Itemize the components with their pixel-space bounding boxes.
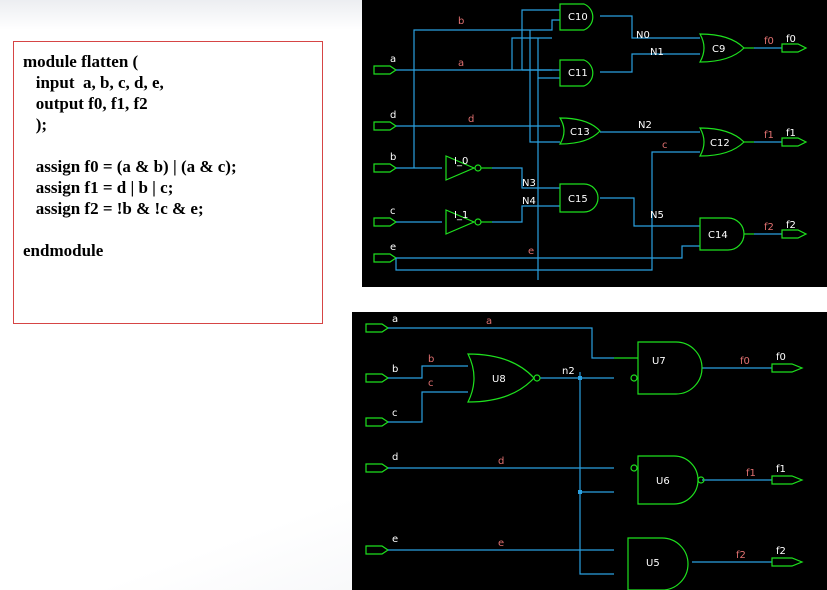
port-label: a bbox=[390, 54, 396, 65]
verilog-code-box: module flatten ( input a, b, c, d, e, ou… bbox=[13, 41, 323, 324]
port-label: c bbox=[390, 206, 396, 217]
wire-label: c bbox=[428, 378, 434, 389]
port-label: e bbox=[390, 242, 396, 253]
wire-label: e bbox=[498, 538, 504, 549]
and-gate-U5[interactable]: U5 bbox=[627, 537, 689, 590]
wire-label: N0 bbox=[636, 30, 650, 41]
code-line: ); bbox=[23, 115, 48, 134]
gate-label: U8 bbox=[492, 374, 506, 385]
wire-label: b bbox=[428, 354, 434, 365]
and-gate-C14[interactable]: C14 bbox=[699, 217, 754, 251]
wire-label: b bbox=[458, 16, 464, 27]
code-line: output f0, f1, f2 bbox=[23, 94, 148, 113]
and-gate-C15[interactable]: C15 bbox=[559, 183, 599, 213]
port-label: c bbox=[392, 408, 398, 419]
wire-label: f1 bbox=[746, 468, 756, 479]
or-gate-C12[interactable]: C12 bbox=[698, 127, 754, 157]
code-line: module flatten ( bbox=[23, 52, 139, 71]
wire-label: N2 bbox=[638, 120, 652, 131]
output-port-f0[interactable]: f0 bbox=[771, 352, 804, 373]
gate-label: U6 bbox=[656, 476, 670, 487]
wire-label: n2 bbox=[562, 366, 575, 377]
bottom-schematic-panel: a b c d e a b c n2 d e f0 f1 f2 U8 U7 U6… bbox=[352, 312, 827, 590]
and-gate-C10[interactable]: C10 bbox=[559, 3, 594, 31]
top-schematic-svg: a d b c e b a d N3 N4 e N0 N1 N2 c N5 f0… bbox=[373, 3, 808, 280]
wire-label: N4 bbox=[522, 196, 536, 207]
wire-label: f0 bbox=[764, 36, 774, 47]
gate-label: C12 bbox=[710, 138, 730, 149]
wire-label: d bbox=[468, 114, 474, 125]
and-gate-U6[interactable]: U6 bbox=[630, 455, 705, 505]
gate-label: I_0 bbox=[454, 156, 468, 167]
wire-label: d bbox=[498, 456, 504, 467]
gate-label: C14 bbox=[708, 230, 728, 241]
gate-label: I_1 bbox=[454, 210, 468, 221]
or-gate-C13[interactable]: C13 bbox=[558, 117, 601, 145]
code-line: assign f2 = !b & !c & e; bbox=[23, 199, 204, 218]
wire-label: a bbox=[486, 316, 492, 327]
output-port-f0[interactable]: f0 bbox=[781, 34, 808, 53]
input-port-a[interactable]: a bbox=[365, 314, 398, 333]
top-schematic-panel: a d b c e b a d N3 N4 e N0 N1 N2 c N5 f0… bbox=[362, 0, 827, 287]
port-label: d bbox=[392, 452, 398, 463]
port-label: d bbox=[390, 110, 396, 121]
nor-gate-U8[interactable]: U8 bbox=[467, 353, 541, 403]
wire-label: N1 bbox=[650, 47, 664, 58]
port-label: e bbox=[392, 534, 398, 545]
input-port-b[interactable]: b bbox=[365, 364, 398, 383]
gate-label: C11 bbox=[568, 68, 588, 79]
input-port-c[interactable]: c bbox=[373, 206, 398, 227]
wire-label: a bbox=[458, 58, 464, 69]
gate-label: C10 bbox=[568, 12, 588, 23]
or-gate-C9[interactable]: C9 bbox=[698, 33, 754, 63]
output-port-f2[interactable]: f2 bbox=[771, 546, 804, 567]
code-line: input a, b, c, d, e, bbox=[23, 73, 164, 92]
wire-label: N3 bbox=[522, 178, 536, 189]
wire-label: f2 bbox=[736, 550, 746, 561]
input-port-d[interactable]: d bbox=[365, 452, 398, 473]
port-label: f2 bbox=[776, 546, 786, 557]
wire-junction bbox=[578, 376, 582, 380]
port-label: b bbox=[390, 152, 396, 163]
output-port-f1[interactable]: f1 bbox=[781, 128, 808, 147]
gate-label: C13 bbox=[570, 127, 590, 138]
port-label: b bbox=[392, 364, 398, 375]
wire-label: f0 bbox=[740, 356, 750, 367]
wire-junction bbox=[578, 490, 582, 494]
gate-label: C9 bbox=[712, 44, 725, 55]
port-label: f1 bbox=[776, 464, 786, 475]
inverter-gate-I_1[interactable]: I_1 bbox=[445, 209, 492, 235]
wire-net bbox=[388, 327, 772, 575]
port-label: f0 bbox=[776, 352, 786, 363]
code-line: endmodule bbox=[23, 241, 104, 260]
and-gate-U7[interactable]: U7 bbox=[614, 341, 703, 395]
input-port-d[interactable]: d bbox=[373, 110, 398, 131]
bottom-schematic-svg: a b c d e a b c n2 d e f0 f1 f2 U8 U7 U6… bbox=[365, 314, 804, 590]
gate-label: U7 bbox=[652, 356, 666, 367]
code-line: assign f1 = d | b | c; bbox=[23, 178, 174, 197]
inverter-gate-I_0[interactable]: I_0 bbox=[445, 155, 492, 181]
port-label: a bbox=[392, 314, 398, 325]
input-port-a[interactable]: a bbox=[373, 54, 398, 75]
input-port-c[interactable]: c bbox=[365, 408, 398, 427]
input-port-e[interactable]: e bbox=[373, 242, 398, 263]
gate-label: U5 bbox=[646, 558, 660, 569]
code-line: assign f0 = (a & b) | (a & c); bbox=[23, 157, 237, 176]
and-gate-C11[interactable]: C11 bbox=[559, 59, 594, 87]
input-port-b[interactable]: b bbox=[373, 152, 398, 173]
port-label: f1 bbox=[786, 128, 796, 139]
wire-label: f1 bbox=[764, 130, 774, 141]
port-label: f0 bbox=[786, 34, 796, 45]
gate-label: C15 bbox=[568, 194, 588, 205]
input-port-e[interactable]: e bbox=[365, 534, 398, 555]
wire-label: e bbox=[528, 246, 534, 257]
wire-label: f2 bbox=[764, 222, 774, 233]
port-label: f2 bbox=[786, 220, 796, 231]
output-port-f2[interactable]: f2 bbox=[781, 220, 808, 239]
wire-label: N5 bbox=[650, 210, 664, 221]
output-port-f1[interactable]: f1 bbox=[771, 464, 804, 485]
wire-label: c bbox=[662, 140, 668, 151]
